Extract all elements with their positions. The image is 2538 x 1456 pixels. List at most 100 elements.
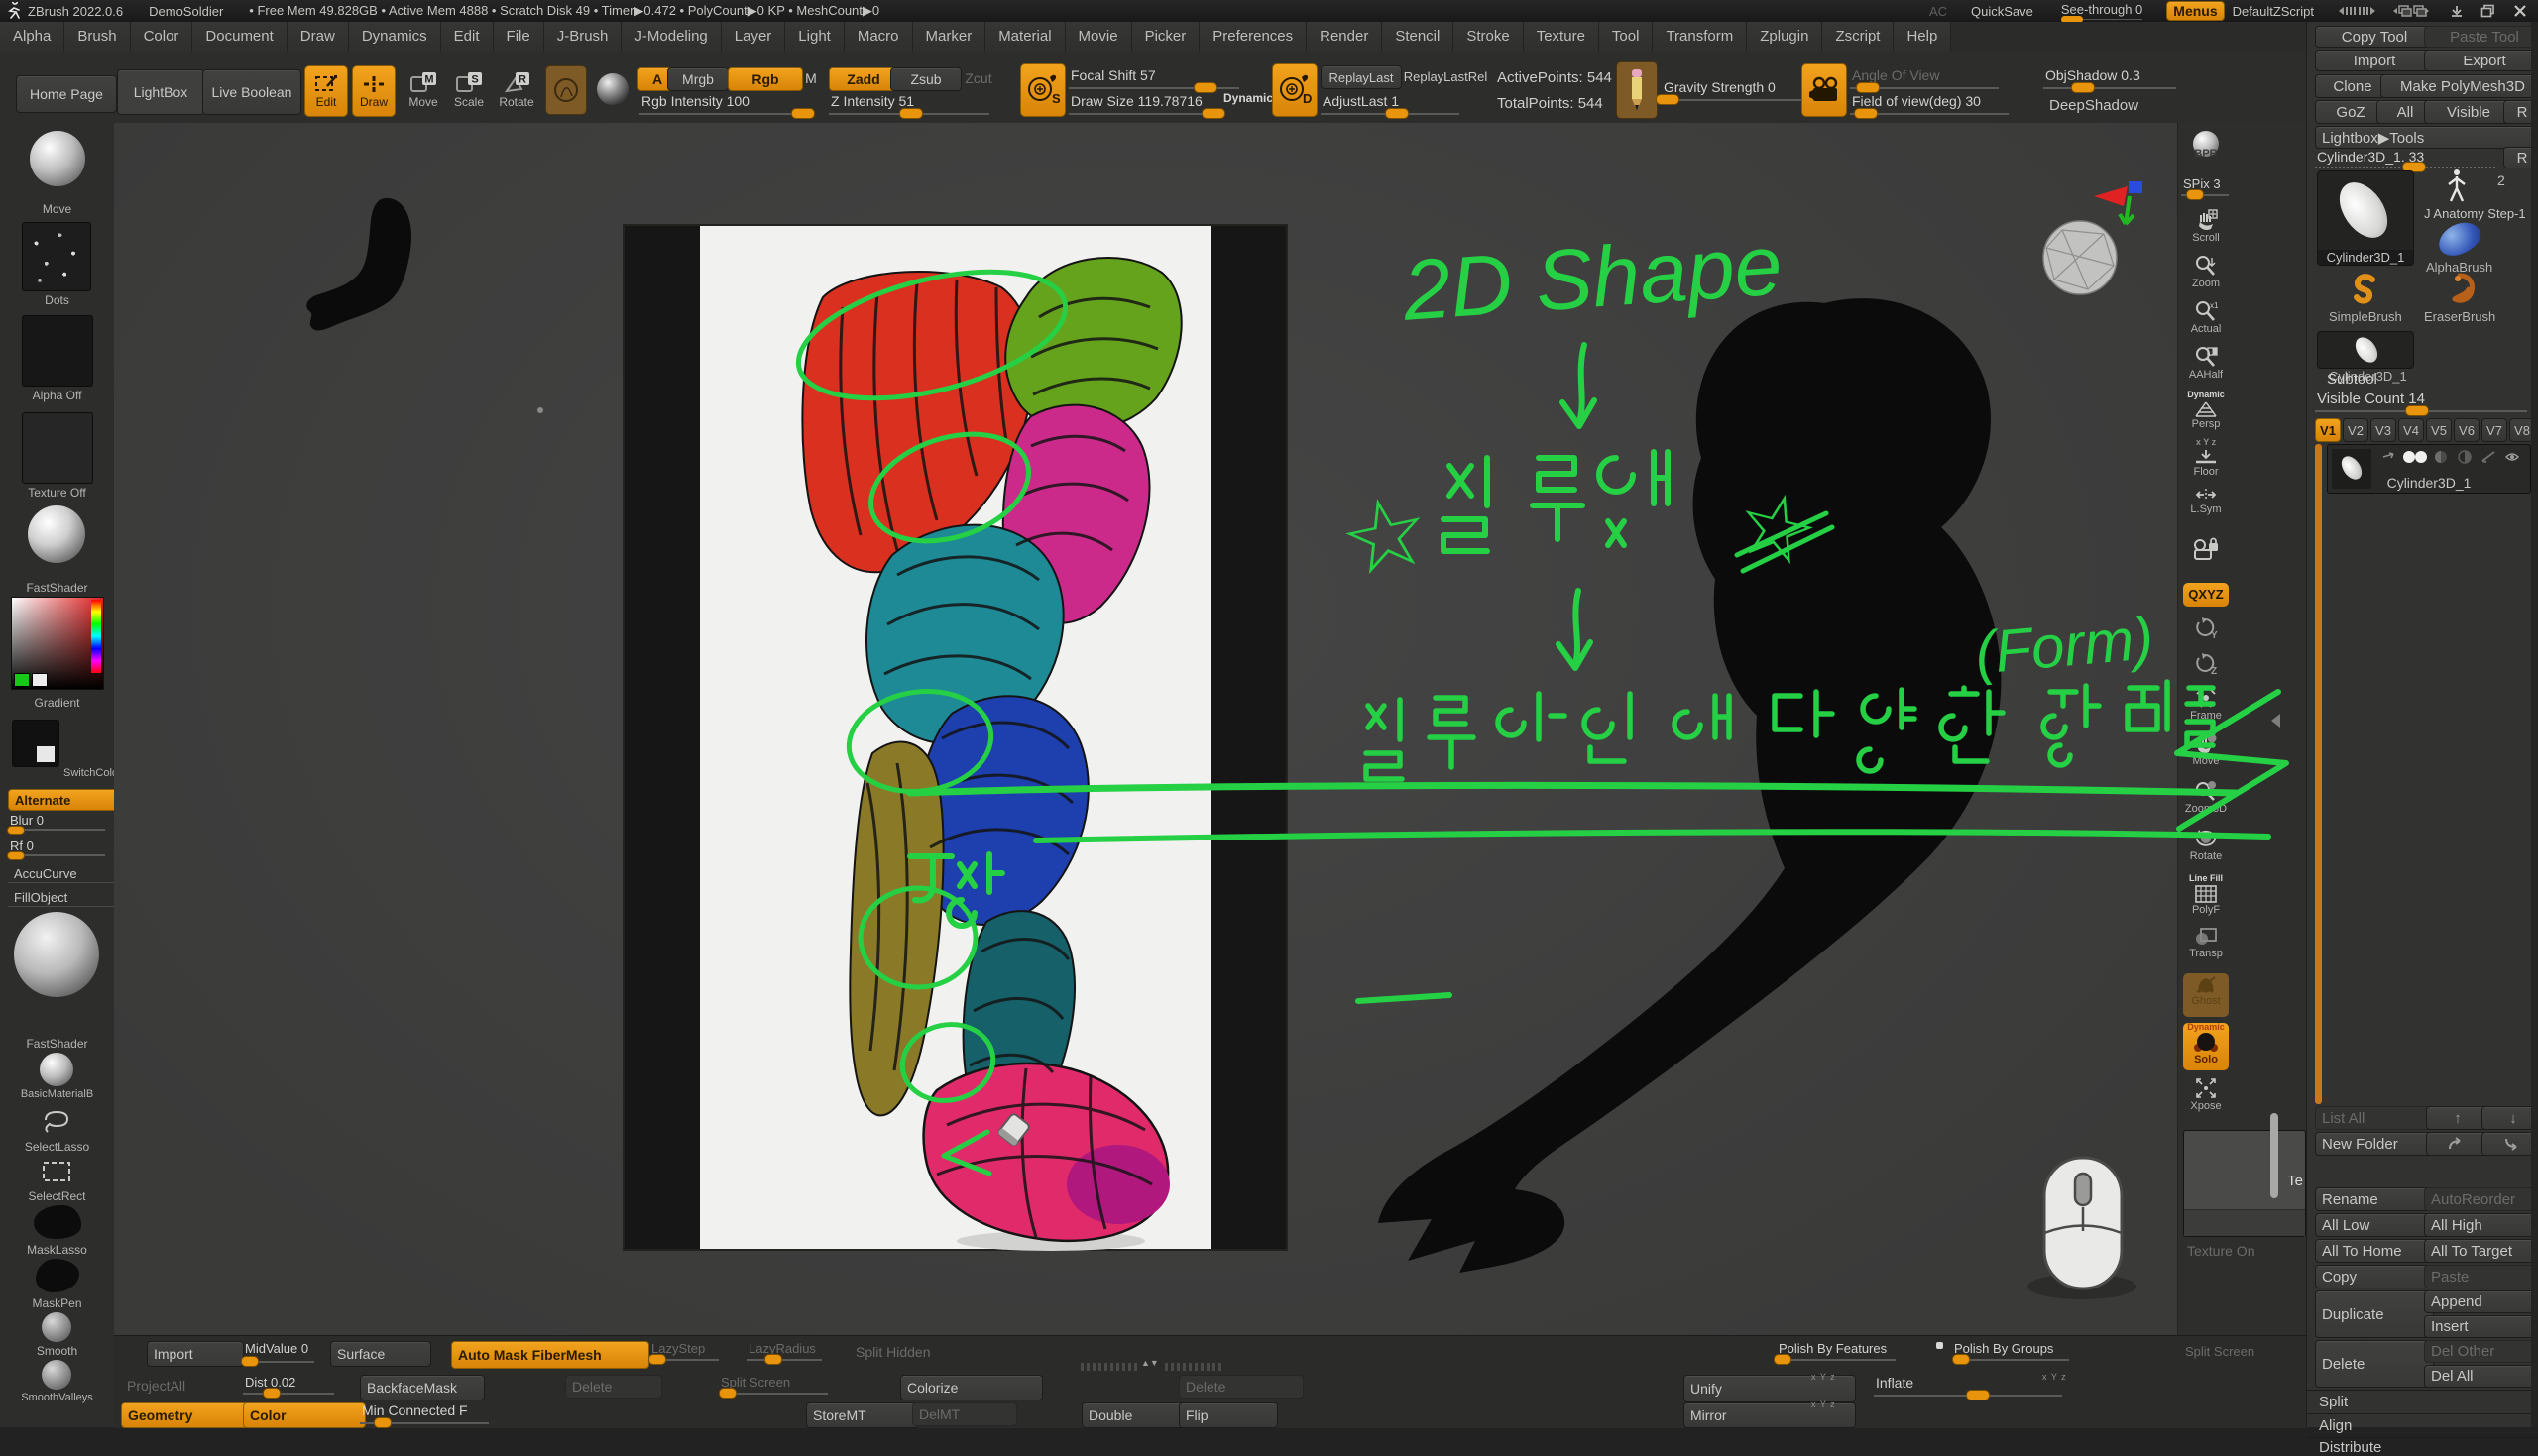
inflate-slider[interactable]: Inflate xyxy=(1874,1375,2062,1397)
storemt-button[interactable]: StoreMT xyxy=(806,1402,919,1428)
split-screen-slider[interactable]: Split Screen xyxy=(719,1375,828,1395)
rf-slider[interactable]: Rf 0 xyxy=(8,839,105,856)
actual-button[interactable]: x1 Actual xyxy=(2183,299,2229,335)
paste-subtool-button[interactable]: Paste xyxy=(2424,1265,2538,1288)
min-connected-slider[interactable]: Min Connected F xyxy=(360,1402,489,1424)
tray-collapse-arrow-icon[interactable] xyxy=(2268,712,2284,729)
select-rect-icon[interactable] xyxy=(40,1158,73,1185)
menu-item[interactable]: Stroke xyxy=(1453,22,1523,52)
draw-size-slider[interactable]: Draw Size 119.78716 xyxy=(1069,93,1217,115)
visible-count-slider[interactable]: Visible Count 14 xyxy=(2315,391,2527,412)
shelf-drag-arrows-icon[interactable]: ▲▼ xyxy=(1141,1358,1159,1368)
draw-mode-button[interactable]: Draw xyxy=(352,65,396,117)
hue-strip[interactable] xyxy=(91,600,101,673)
minimize-button[interactable] xyxy=(2449,4,2465,18)
del-other-button[interactable]: Del Other xyxy=(2424,1340,2538,1363)
floor-button[interactable]: x Y z Floor xyxy=(2183,438,2229,478)
ghost-button[interactable]: Ghost xyxy=(2183,973,2229,1017)
flip-button[interactable]: Flip xyxy=(1179,1402,1278,1428)
menu-item[interactable]: Document xyxy=(192,22,287,52)
import-button[interactable]: Import xyxy=(2315,50,2434,71)
vtab-7[interactable]: V7 xyxy=(2481,418,2507,442)
color-button[interactable]: Color xyxy=(243,1402,366,1428)
spix-slider[interactable]: SPix 3 xyxy=(2181,176,2229,196)
mask-lasso-thumb[interactable] xyxy=(34,1205,81,1239)
lazy-mouse-button[interactable] xyxy=(1616,61,1658,119)
menu-item[interactable]: Render xyxy=(1307,22,1382,52)
vtab-2[interactable]: V2 xyxy=(2343,418,2368,442)
stroke-settings-button[interactable]: S xyxy=(1020,63,1066,117)
current-material-button[interactable] xyxy=(593,65,633,113)
menu-item[interactable]: Brush xyxy=(64,22,130,52)
gz-rotate-button[interactable]: Z xyxy=(2183,650,2229,682)
texture-off-thumb[interactable] xyxy=(22,412,93,484)
copy-tool-button[interactable]: Copy Tool xyxy=(2315,26,2434,48)
divider-toggle-icon[interactable] xyxy=(2391,3,2431,19)
menu-item[interactable]: J-Brush xyxy=(544,22,623,52)
polish-by-features-slider[interactable]: Polish By Features xyxy=(1777,1341,1896,1361)
menu-item[interactable]: Material xyxy=(985,22,1065,52)
rgb-intensity-slider[interactable]: Rgb Intensity 100 xyxy=(639,93,810,115)
vtab-4[interactable]: V4 xyxy=(2398,418,2424,442)
unify-axis-badge[interactable]: x Y z xyxy=(1811,1372,1836,1382)
stroke-dots-thumb[interactable] xyxy=(22,222,91,291)
accucurve-button[interactable]: AccuCurve xyxy=(8,864,117,883)
menu-item[interactable]: Transform xyxy=(1653,22,1747,52)
adjust-last-slider[interactable]: AdjustLast 1 xyxy=(1321,93,1459,115)
menu-item[interactable]: Draw xyxy=(288,22,349,52)
insert-button[interactable]: Insert xyxy=(2424,1315,2538,1338)
subtool-icons[interactable] xyxy=(2379,449,2526,465)
menu-item[interactable]: Zplugin xyxy=(1747,22,1822,52)
menu-item[interactable]: J-Modeling xyxy=(622,22,721,52)
polish-groups-dot[interactable] xyxy=(1936,1342,1943,1349)
menu-item[interactable]: Layer xyxy=(722,22,786,52)
split-hidden-button[interactable]: Split Hidden xyxy=(850,1341,951,1363)
live-boolean-button[interactable]: Live Boolean xyxy=(202,69,301,115)
gradient-picker[interactable] xyxy=(11,597,104,690)
rename-button[interactable]: Rename xyxy=(2315,1187,2434,1211)
home-page-button[interactable]: Home Page xyxy=(16,75,117,113)
obj-shadow-slider[interactable]: ObjShadow 0.3 xyxy=(2043,67,2176,89)
del-all-button[interactable]: Del All xyxy=(2424,1365,2538,1388)
menu-item[interactable]: Preferences xyxy=(1200,22,1307,52)
make-polymesh3d-button[interactable]: Make PolyMesh3D xyxy=(2380,74,2538,98)
alternate-button[interactable]: Alternate xyxy=(8,789,119,811)
backface-mask-button[interactable]: BackfaceMask xyxy=(360,1375,485,1400)
new-folder-button[interactable]: New Folder xyxy=(2315,1132,2434,1156)
blur-slider[interactable]: Blur 0 xyxy=(8,813,105,831)
mask-pen-thumb[interactable] xyxy=(36,1259,79,1292)
deep-shadow-button[interactable]: DeepShadow xyxy=(2043,93,2150,117)
persp-button[interactable]: Dynamic Persp xyxy=(2183,391,2229,430)
active-tool-slider[interactable]: Cylinder3D_1. 33 xyxy=(2315,149,2495,168)
fillobject-button[interactable]: FillObject xyxy=(8,888,117,907)
menu-item[interactable]: Edit xyxy=(441,22,494,52)
surface-button[interactable]: Surface xyxy=(330,1341,431,1367)
material-fastshader-thumb[interactable] xyxy=(14,912,99,997)
vtab-5[interactable]: V5 xyxy=(2426,418,2452,442)
move-canvas-button[interactable]: Move xyxy=(2183,731,2229,767)
all-high-button[interactable]: All High xyxy=(2424,1213,2538,1237)
geometry-button[interactable]: Geometry xyxy=(121,1402,252,1428)
cylinder-small-thumb[interactable] xyxy=(2317,331,2414,369)
mirror-axis-badge[interactable]: x Y z xyxy=(1811,1400,1836,1409)
vtab-6[interactable]: V6 xyxy=(2454,418,2480,442)
eraserbrush-thumb[interactable] xyxy=(2442,272,2478,305)
shelf-drag-handle2[interactable] xyxy=(1165,1363,1222,1371)
default-zscript-button[interactable]: DefaultZScript xyxy=(2233,4,2314,19)
shelf-drag-handle[interactable] xyxy=(1081,1363,1138,1371)
move-mode-button[interactable]: M Move xyxy=(404,65,442,115)
quicksave-button[interactable]: QuickSave xyxy=(1971,4,2033,19)
replay-brush-button[interactable]: D xyxy=(1272,63,1318,117)
smooth-valleys-thumb[interactable] xyxy=(42,1360,71,1390)
sculpt-canvas[interactable] xyxy=(114,123,2177,1335)
simplebrush-thumb[interactable] xyxy=(2349,272,2382,305)
split-screen-right-label[interactable]: Split Screen xyxy=(2185,1344,2254,1359)
swatch-secondary[interactable] xyxy=(32,673,48,687)
menu-item[interactable]: Light xyxy=(785,22,845,52)
bpr-button[interactable]: BPR xyxy=(2183,131,2229,172)
menu-item[interactable]: Alpha xyxy=(0,22,64,52)
gravity-strength-slider[interactable]: Gravity Strength 0 xyxy=(1662,79,1810,101)
select-lasso-icon[interactable] xyxy=(40,1108,73,1136)
rotate-canvas-button[interactable]: Rotate xyxy=(2183,827,2229,862)
restore-button[interactable] xyxy=(2480,4,2496,18)
